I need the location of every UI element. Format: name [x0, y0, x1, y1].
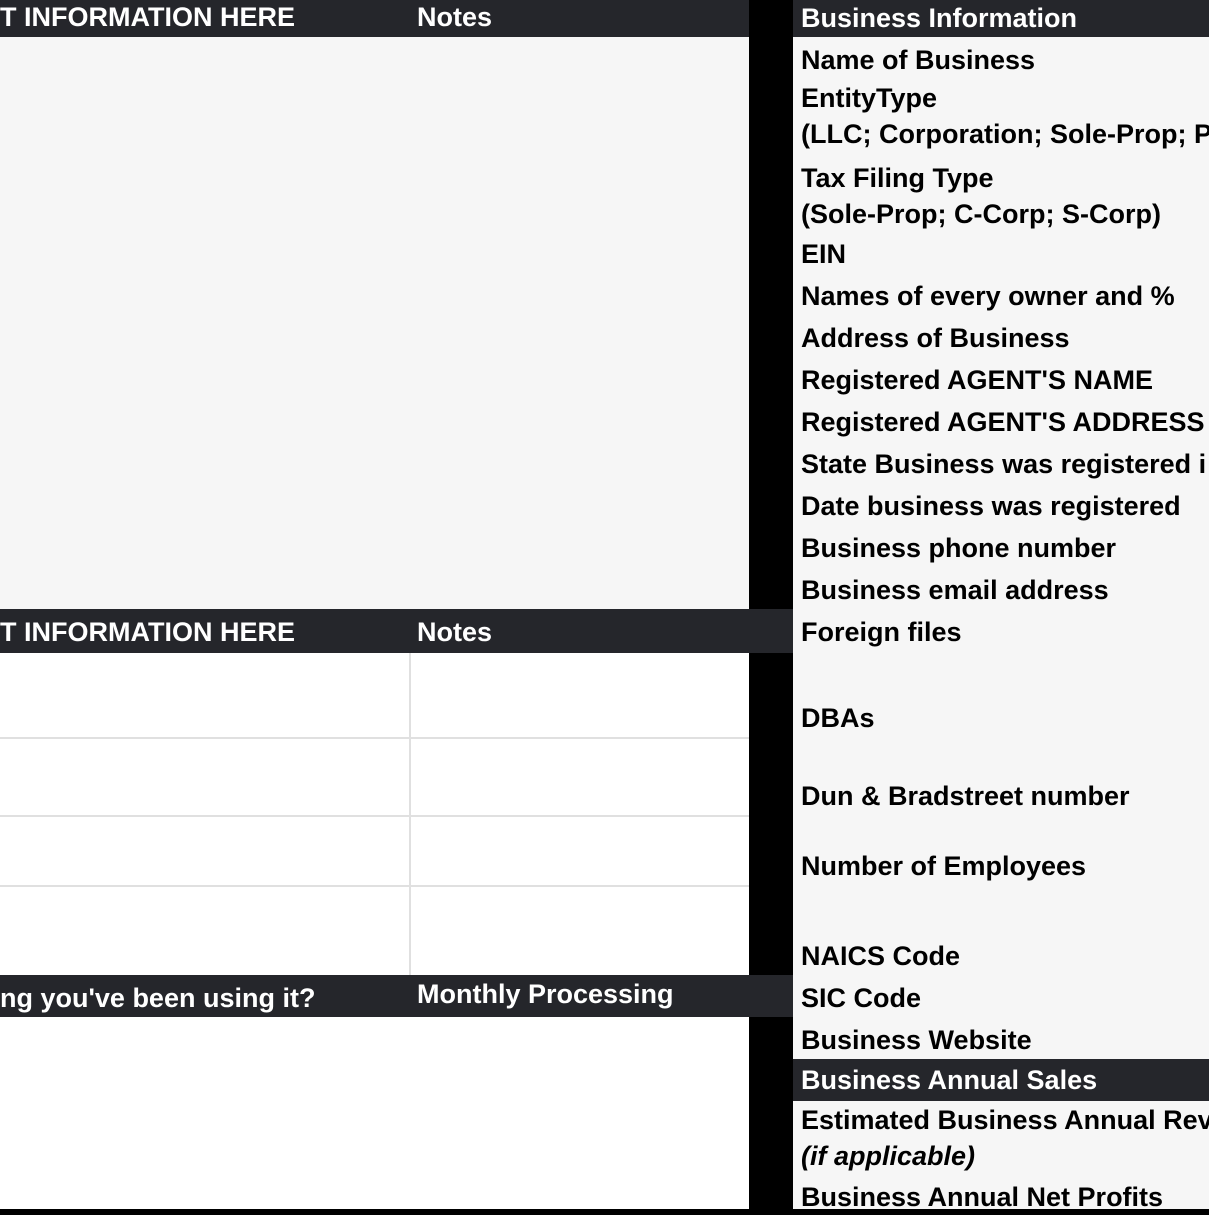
gridline-vertical — [409, 653, 411, 975]
field-label: EIN — [801, 239, 847, 269]
field-label-main: EntityType — [801, 83, 938, 113]
field-label: Dun & Bradstreet number — [801, 781, 1130, 811]
field-label-sub: (LLC; Corporation; Sole-Prop; P — [801, 119, 1209, 149]
field-label: Name of Business — [801, 45, 1036, 75]
section1-header: T INFORMATION HERE Notes — [0, 0, 749, 37]
section2-header-col2: Notes — [417, 617, 493, 647]
section3-header-col1: ng you've been using it? — [0, 983, 316, 1013]
gridline-horizontal — [0, 737, 749, 739]
gridline-horizontal — [0, 815, 749, 817]
field-label: DBAs — [801, 703, 875, 733]
field-label-main: Estimated Business Annual Rev — [801, 1105, 1209, 1135]
field-label-sub: (if applicable) — [801, 1141, 976, 1171]
table-cell[interactable] — [412, 888, 749, 975]
field-label: Registered AGENT'S NAME — [801, 365, 1153, 395]
section3-header-gutter — [749, 975, 793, 1017]
business-info-header: Business Information — [793, 0, 1209, 37]
field-label-sub: (Sole-Prop; C-Corp; S-Corp) — [801, 199, 1161, 229]
field-label: SIC Code — [801, 983, 922, 1013]
section2-header: T INFORMATION HERE Notes — [0, 609, 793, 653]
table-cell[interactable] — [0, 739, 409, 815]
field-label: Date business was registered — [801, 491, 1181, 521]
table-cell[interactable] — [0, 653, 409, 737]
section3-header: ng you've been using it? Monthly Process… — [0, 975, 793, 1017]
section2-header-col1: T INFORMATION HERE — [0, 617, 295, 647]
field-label: Business Annual Net Profits — [801, 1182, 1164, 1212]
section2-header-gutter — [749, 609, 793, 653]
field-label: Business phone number — [801, 533, 1117, 563]
section1-content-area[interactable] — [0, 37, 749, 609]
field-label: Estimated Business Annual Rev (if applic… — [801, 1102, 1209, 1174]
table-cell[interactable] — [0, 817, 409, 885]
field-label: Names of every owner and % — [801, 281, 1175, 311]
field-label: Registered AGENT'S ADDRESS — [801, 407, 1205, 437]
field-label: Tax Filing Type (Sole-Prop; C-Corp; S-Co… — [801, 160, 1209, 232]
gridline-horizontal — [0, 885, 749, 887]
table-cell[interactable] — [412, 653, 749, 737]
field-label: Foreign files — [801, 617, 962, 647]
field-label: NAICS Code — [801, 941, 961, 971]
field-label: State Business was registered i — [801, 449, 1207, 479]
annual-sales-header: Business Annual Sales — [793, 1059, 1209, 1101]
field-label-main: Tax Filing Type — [801, 163, 994, 193]
field-label: EntityType (LLC; Corporation; Sole-Prop;… — [801, 80, 1209, 152]
field-label: Business email address — [801, 575, 1109, 605]
section3-content-area[interactable] — [0, 1017, 749, 1209]
section2-table — [0, 653, 749, 975]
section1-header-col1: T INFORMATION HERE — [0, 2, 295, 32]
section3-header-col2: Monthly Processing — [417, 979, 674, 1009]
table-cell[interactable] — [412, 817, 749, 885]
field-label: Address of Business — [801, 323, 1070, 353]
table-cell[interactable] — [0, 888, 409, 975]
field-label: Number of Employees — [801, 851, 1087, 881]
field-label: Business Website — [801, 1025, 1032, 1055]
column-gutter — [749, 0, 793, 1209]
table-cell[interactable] — [412, 739, 749, 815]
section1-header-col2: Notes — [417, 2, 493, 32]
